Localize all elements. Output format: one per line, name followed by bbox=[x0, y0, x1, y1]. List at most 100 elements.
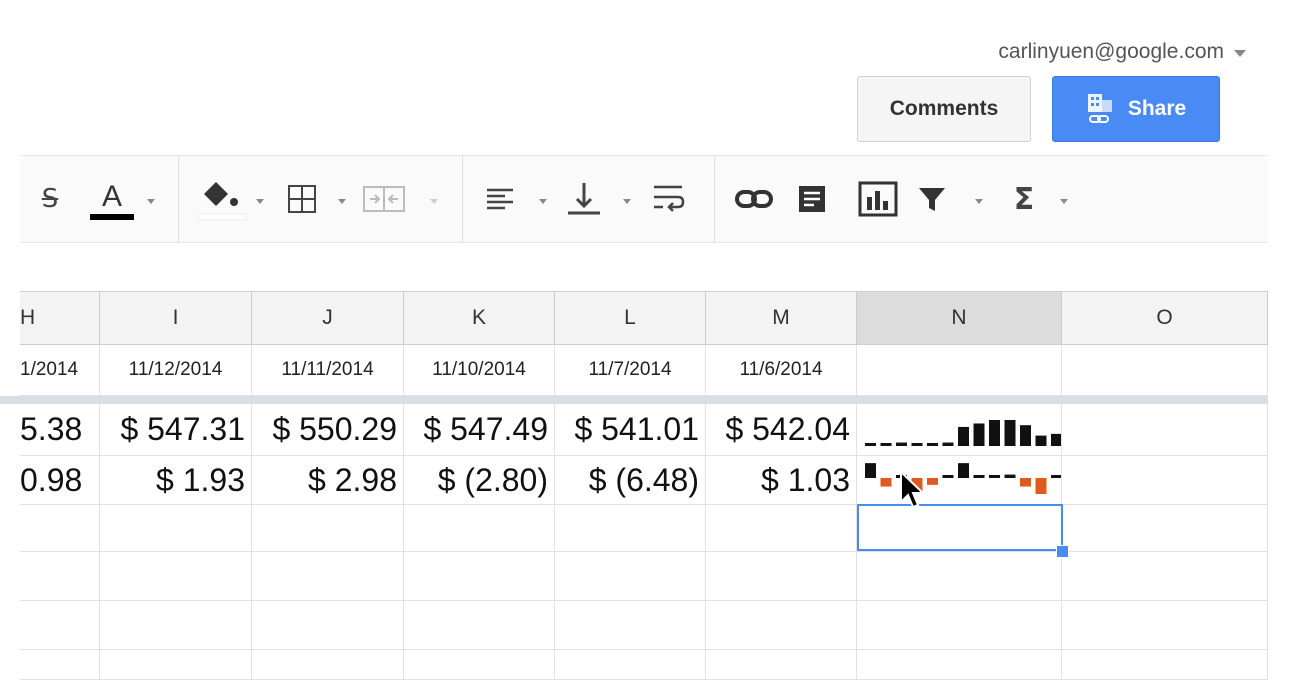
strikethrough-button[interactable]: S bbox=[32, 174, 68, 224]
fill-color-dropdown[interactable] bbox=[256, 199, 264, 204]
empty-cell[interactable] bbox=[706, 505, 857, 552]
empty-cell[interactable] bbox=[857, 650, 1062, 680]
empty-cell[interactable] bbox=[1062, 552, 1268, 601]
vertical-align-button[interactable] bbox=[562, 174, 606, 224]
filter-dropdown[interactable] bbox=[975, 199, 983, 204]
empty-cell[interactable] bbox=[100, 601, 252, 650]
cell-i-price[interactable]: $ 547.31 bbox=[100, 404, 252, 456]
text-color-icon: A bbox=[90, 180, 134, 220]
vertical-align-dropdown[interactable] bbox=[623, 199, 631, 204]
column-header-l[interactable]: L bbox=[555, 292, 706, 344]
empty-cell[interactable] bbox=[252, 552, 404, 601]
empty-cell[interactable] bbox=[555, 601, 706, 650]
change-sparkline-bar bbox=[865, 462, 876, 478]
account-menu[interactable]: carlinyuen@google.com bbox=[998, 40, 1246, 64]
empty-cell[interactable] bbox=[252, 650, 404, 680]
empty-cell[interactable] bbox=[20, 552, 100, 601]
empty-cell[interactable] bbox=[857, 601, 1062, 650]
empty-cell[interactable] bbox=[555, 552, 706, 601]
link-icon bbox=[735, 190, 773, 208]
borders-button[interactable] bbox=[282, 174, 322, 224]
empty-cell[interactable] bbox=[1062, 601, 1268, 650]
empty-cell[interactable] bbox=[857, 552, 1062, 601]
column-header-k[interactable]: K bbox=[404, 292, 555, 344]
empty-cell[interactable] bbox=[706, 650, 857, 680]
cell-l-date[interactable]: 11/7/2014 bbox=[555, 345, 706, 396]
empty-cell[interactable] bbox=[404, 650, 555, 680]
empty-cell[interactable] bbox=[252, 601, 404, 650]
chart-icon bbox=[858, 181, 898, 217]
text-color-dropdown[interactable] bbox=[147, 199, 155, 204]
column-header-n[interactable]: N bbox=[857, 292, 1062, 344]
text-color-button[interactable]: A bbox=[84, 174, 140, 224]
empty-cell[interactable] bbox=[404, 601, 555, 650]
chevron-down-icon bbox=[1234, 50, 1246, 57]
cell-i-date[interactable]: 11/12/2014 bbox=[100, 345, 252, 396]
cell-j-change[interactable]: $ 2.98 bbox=[252, 456, 404, 505]
frozen-row-divider[interactable] bbox=[0, 396, 1268, 404]
empty-cell[interactable] bbox=[1062, 650, 1268, 680]
cell-n-change-sparkline[interactable] bbox=[857, 456, 1062, 505]
merge-cells-button[interactable] bbox=[360, 174, 408, 224]
cell-j-date[interactable]: 11/11/2014 bbox=[252, 345, 404, 396]
empty-cell[interactable] bbox=[555, 505, 706, 552]
cell-i-change[interactable]: $ 1.93 bbox=[100, 456, 252, 505]
empty-cell[interactable] bbox=[20, 601, 100, 650]
text-wrap-button[interactable] bbox=[648, 174, 688, 224]
cell-l-price[interactable]: $ 541.01 bbox=[555, 404, 706, 456]
insert-chart-button[interactable] bbox=[854, 174, 902, 224]
cell-o-date[interactable] bbox=[1062, 345, 1268, 396]
fill-handle[interactable] bbox=[1056, 545, 1069, 558]
price-sparkline-bar bbox=[973, 422, 985, 446]
column-header-h[interactable]: H bbox=[20, 292, 100, 344]
empty-cell[interactable] bbox=[20, 505, 100, 552]
price-sparkline-bar bbox=[958, 426, 969, 446]
empty-cell[interactable] bbox=[706, 601, 857, 650]
price-sparkline-bar bbox=[896, 442, 907, 446]
insert-link-button[interactable] bbox=[730, 174, 778, 224]
borders-dropdown[interactable] bbox=[338, 199, 346, 204]
empty-cell[interactable] bbox=[100, 650, 252, 680]
column-header-m[interactable]: M bbox=[706, 292, 857, 344]
cell-o-change[interactable] bbox=[1062, 456, 1268, 505]
empty-cell[interactable] bbox=[404, 505, 555, 552]
cell-h-date[interactable]: 1/2014 bbox=[20, 345, 100, 396]
cell-m-date[interactable]: 11/6/2014 bbox=[706, 345, 857, 396]
cell-n-date[interactable] bbox=[857, 345, 1062, 396]
column-header-o[interactable]: O bbox=[1062, 292, 1268, 344]
empty-cell[interactable] bbox=[706, 552, 857, 601]
cell-o-price[interactable] bbox=[1062, 404, 1268, 456]
functions-dropdown[interactable] bbox=[1060, 199, 1068, 204]
cell-k-price[interactable]: $ 547.49 bbox=[404, 404, 555, 456]
insert-comment-button[interactable] bbox=[792, 174, 832, 224]
cell-h-price[interactable]: 5.38 bbox=[20, 404, 100, 456]
column-header-i[interactable]: I bbox=[100, 292, 252, 344]
empty-cell[interactable] bbox=[20, 650, 100, 680]
empty-cell[interactable] bbox=[404, 552, 555, 601]
empty-cell[interactable] bbox=[252, 505, 404, 552]
empty-cell[interactable] bbox=[555, 650, 706, 680]
empty-cell[interactable] bbox=[100, 505, 252, 552]
functions-button[interactable]: Σ bbox=[1004, 174, 1044, 224]
cell-j-price[interactable]: $ 550.29 bbox=[252, 404, 404, 456]
horizontal-align-dropdown[interactable] bbox=[539, 199, 547, 204]
column-header-j[interactable]: J bbox=[252, 292, 404, 344]
merge-cells-dropdown[interactable] bbox=[430, 199, 438, 204]
cell-m-price[interactable]: $ 542.04 bbox=[706, 404, 857, 456]
cell-k-change[interactable]: $ (2.80) bbox=[404, 456, 555, 505]
horizontal-align-button[interactable] bbox=[480, 174, 520, 224]
filter-button[interactable] bbox=[912, 174, 952, 224]
price-sparkline-bar bbox=[1051, 433, 1061, 446]
cell-l-change[interactable]: $ (6.48) bbox=[555, 456, 706, 505]
selected-cell[interactable] bbox=[857, 504, 1063, 551]
cell-n-price-sparkline[interactable] bbox=[857, 404, 1062, 456]
cell-h-change[interactable]: 0.98 bbox=[20, 456, 100, 505]
empty-cell[interactable] bbox=[1062, 505, 1268, 552]
share-button[interactable]: Share bbox=[1052, 76, 1220, 142]
borders-icon bbox=[288, 185, 316, 213]
empty-cell[interactable] bbox=[100, 552, 252, 601]
fill-color-button[interactable] bbox=[192, 174, 252, 224]
comments-button[interactable]: Comments bbox=[857, 76, 1031, 142]
cell-k-date[interactable]: 11/10/2014 bbox=[404, 345, 555, 396]
cell-m-change[interactable]: $ 1.03 bbox=[706, 456, 857, 505]
